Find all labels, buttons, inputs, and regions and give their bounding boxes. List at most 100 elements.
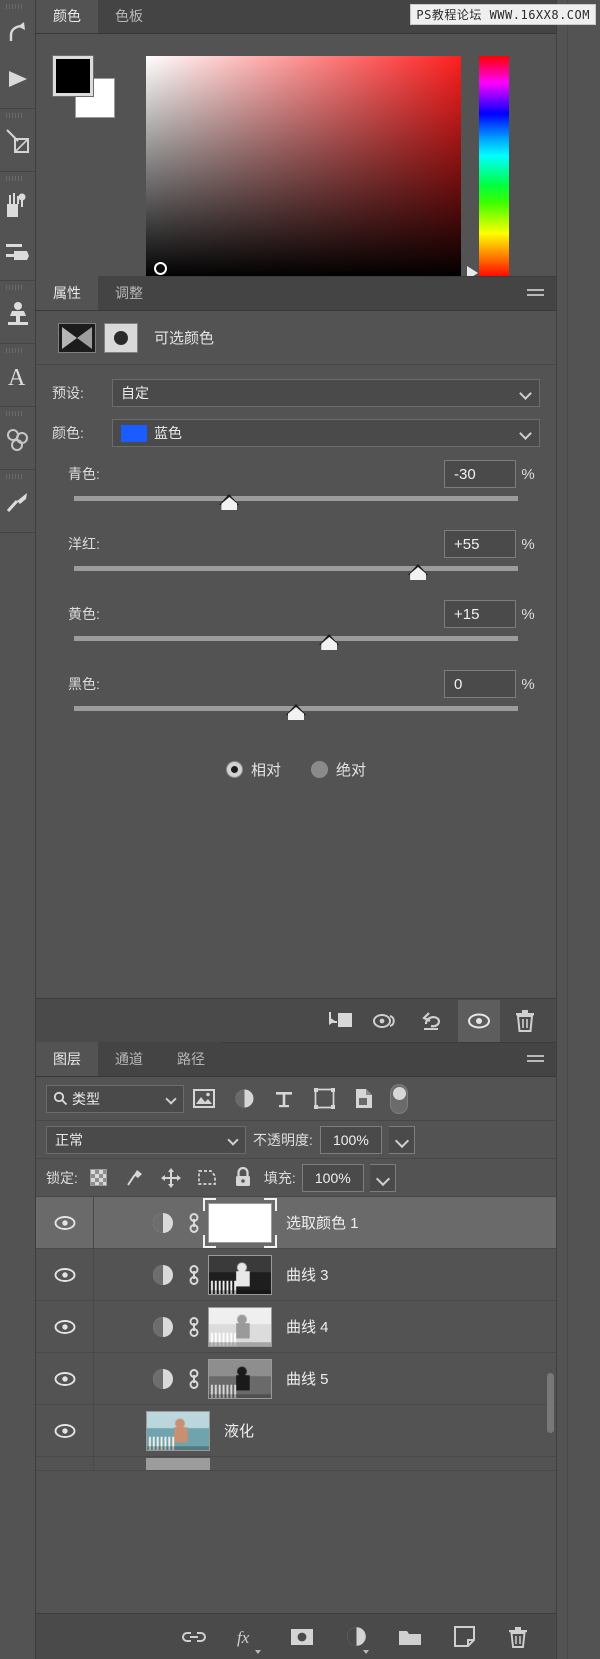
layer-visibility-eye-icon[interactable] (36, 1352, 94, 1405)
slider-value-field[interactable]: -30 (444, 460, 516, 488)
reset-button[interactable] (412, 1000, 454, 1042)
clone-stamp-tool[interactable] (0, 291, 35, 337)
tab-color[interactable]: 颜色 (36, 0, 98, 33)
preset-select[interactable]: 自定 (112, 379, 540, 407)
layer-visibility-eye-icon[interactable] (36, 1300, 94, 1353)
filter-type-icon[interactable] (264, 1089, 304, 1109)
layer-visibility-eye-icon[interactable] (36, 1196, 94, 1249)
fill-stepper-chevron-icon[interactable] (369, 1163, 396, 1192)
eraser-tool[interactable] (0, 228, 35, 274)
lock-all-icon[interactable] (228, 1167, 258, 1188)
slider-track-wrap[interactable] (74, 493, 518, 523)
dodge-tool[interactable] (0, 480, 35, 526)
layer-thumbnail[interactable] (208, 1254, 272, 1295)
lock-transparency-icon[interactable] (84, 1169, 114, 1186)
slider-value-field[interactable]: +55 (444, 530, 516, 558)
foreground-color-swatch[interactable] (52, 55, 94, 97)
tab-channels[interactable]: 通道 (98, 1042, 160, 1076)
opacity-stepper-chevron-icon[interactable] (388, 1125, 415, 1154)
mask-link-icon[interactable] (180, 1211, 208, 1235)
clip-to-layer-button[interactable] (320, 1000, 362, 1042)
brush-tool[interactable] (0, 182, 35, 228)
lock-position-icon[interactable] (156, 1167, 186, 1188)
new-group-button[interactable] (391, 1618, 429, 1656)
layer-thumbnail[interactable] (203, 1197, 277, 1248)
delete-layer-button[interactable] (499, 1618, 537, 1656)
layer-style-fx-button[interactable]: fx (229, 1618, 267, 1656)
type-tool[interactable]: A (0, 354, 35, 400)
preview-toggle-button[interactable] (366, 1000, 408, 1042)
tab-swatches[interactable]: 色板 (98, 0, 160, 33)
mask-link-icon[interactable] (180, 1315, 208, 1339)
new-adjustment-layer-button[interactable] (337, 1618, 375, 1656)
slider-track-wrap[interactable] (74, 703, 518, 733)
filter-adjustment-icon[interactable] (224, 1088, 264, 1109)
color-select[interactable]: 蓝色 (112, 419, 540, 447)
layer-thumbnail[interactable] (146, 1410, 210, 1451)
layer-visibility-eye-icon[interactable] (36, 1248, 94, 1301)
slider-value-field[interactable]: 0 (444, 670, 516, 698)
layer-visibility-eye-icon[interactable] (36, 1456, 94, 1471)
link-layers-button[interactable] (175, 1618, 213, 1656)
visibility-toggle-button[interactable] (458, 999, 500, 1042)
slider-unit: % (521, 535, 535, 553)
slider-thumb[interactable] (319, 634, 340, 654)
slider-label: 洋红: (68, 536, 100, 552)
gradient-tool[interactable] (0, 56, 35, 102)
slider-thumb[interactable] (219, 494, 240, 514)
slider-track (74, 496, 518, 501)
hue-slider[interactable] (479, 56, 509, 278)
mask-link-icon[interactable] (180, 1263, 208, 1287)
history-brush-tool[interactable] (0, 10, 35, 56)
color-spectrum-field[interactable] (146, 56, 461, 278)
slider-value-field[interactable]: +15 (444, 600, 516, 628)
filter-enable-toggle[interactable] (390, 1083, 408, 1114)
slider-track-wrap[interactable] (74, 633, 518, 663)
blur-tool[interactable] (0, 417, 35, 463)
tab-layers[interactable]: 图层 (36, 1042, 98, 1076)
lock-artboard-icon[interactable] (192, 1168, 222, 1187)
tab-paths[interactable]: 路径 (160, 1042, 222, 1076)
filter-smart-object-icon[interactable] (344, 1088, 384, 1109)
opacity-value[interactable]: 100% (319, 1125, 382, 1154)
slider-thumb[interactable] (286, 704, 306, 724)
pen-tool[interactable] (0, 119, 35, 165)
layer-filter-select[interactable]: 类型 (46, 1084, 184, 1113)
layer-content: 液化 (94, 1410, 556, 1451)
properties-panel: 属性 调整 可选颜色 预设: 自定 颜色: 蓝色 青色: -30 % 洋红: +… (36, 276, 556, 1042)
slider-thumb[interactable] (408, 564, 429, 584)
properties-panel-menu-icon[interactable] (527, 289, 544, 300)
delete-adjustment-button[interactable] (504, 1000, 546, 1042)
filter-shape-icon[interactable] (304, 1088, 344, 1109)
right-dock-strip (556, 0, 600, 1659)
properties-panel-tabs: 属性 调整 (36, 276, 556, 311)
blend-mode-select[interactable]: 正常 (46, 1125, 246, 1154)
layer-row[interactable]: 液化 (36, 1404, 556, 1457)
layer-row[interactable]: 曲线 3 (36, 1248, 556, 1301)
slider-track-wrap[interactable] (74, 563, 518, 593)
layer-content: 选取颜色 1 (94, 1197, 556, 1248)
layer-visibility-eye-icon[interactable] (36, 1404, 94, 1457)
layer-row-partial[interactable] (36, 1456, 556, 1471)
add-layer-mask-button[interactable] (283, 1618, 321, 1656)
color-label: 颜色: (52, 425, 84, 441)
radio-relative[interactable]: 相对 (225, 759, 281, 780)
filter-pixel-icon[interactable] (184, 1089, 224, 1108)
layer-row[interactable]: 曲线 5 (36, 1352, 556, 1405)
tab-adjustments[interactable]: 调整 (98, 276, 160, 310)
tool-group-handle-icon (6, 4, 22, 9)
mask-link-icon[interactable] (180, 1367, 208, 1391)
layers-scrollbar[interactable] (547, 1373, 554, 1433)
fill-value[interactable]: 100% (301, 1163, 364, 1192)
layer-row[interactable]: 选取颜色 1 (36, 1196, 556, 1249)
layer-thumbnail[interactable] (208, 1358, 272, 1399)
layers-panel-menu-icon[interactable] (527, 1055, 544, 1066)
radio-absolute[interactable]: 绝对 (311, 759, 366, 780)
lock-image-icon[interactable] (120, 1168, 150, 1188)
tab-properties[interactable]: 属性 (36, 276, 98, 310)
layer-thumbnail[interactable] (208, 1306, 272, 1347)
new-layer-button[interactable] (445, 1618, 483, 1656)
layer-thumbnail[interactable] (146, 1457, 210, 1470)
layer-row[interactable]: 曲线 4 (36, 1300, 556, 1353)
layer-mask-thumbnail[interactable] (104, 322, 138, 353)
